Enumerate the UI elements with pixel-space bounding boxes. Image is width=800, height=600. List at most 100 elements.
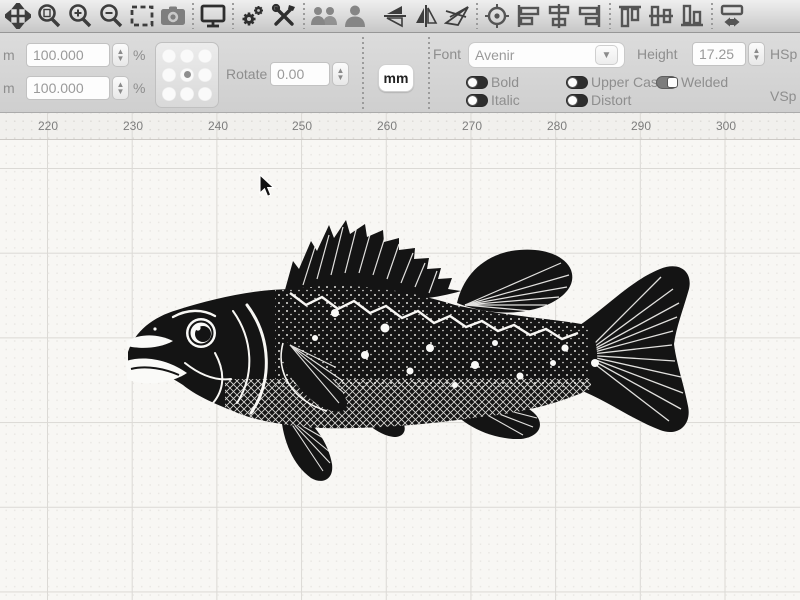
- anchor-center[interactable]: [180, 68, 194, 82]
- zoom-to-page-icon: [36, 3, 62, 29]
- bold-toggle[interactable]: Bold: [466, 74, 519, 90]
- group-users-button[interactable]: [308, 1, 339, 31]
- toolbar-separator: [300, 3, 307, 29]
- tools-wrench-button[interactable]: [268, 1, 299, 31]
- align-top-icon: [617, 3, 643, 29]
- height-label: Height: [637, 46, 677, 62]
- ruler-tick: 300: [716, 119, 736, 133]
- toggle-switch-icon: [466, 76, 488, 89]
- single-user-button[interactable]: [339, 1, 370, 31]
- anchor-bottom-left[interactable]: [162, 87, 176, 101]
- hspace-label: HSp: [770, 46, 797, 62]
- x-scale-stepper[interactable]: ▲▼: [112, 43, 129, 67]
- tools-wrench-icon: [271, 3, 297, 29]
- x-scale-percent-label: %: [133, 47, 145, 63]
- pan-tool-icon: [5, 3, 31, 29]
- toolbar-separator: [229, 3, 236, 29]
- zoom-to-page-button[interactable]: [33, 1, 64, 31]
- zoom-out-icon: [98, 3, 124, 29]
- toggle-switch-icon: [566, 76, 588, 89]
- ruler-tick: 290: [631, 119, 651, 133]
- anchor-middle-right[interactable]: [198, 68, 212, 82]
- anchor-point-grid[interactable]: [155, 42, 219, 108]
- main-toolbar: [0, 0, 800, 33]
- move-to-center-button[interactable]: [481, 1, 512, 31]
- rotate-input[interactable]: 0.00: [270, 62, 330, 86]
- y-scale-unit-label: m: [3, 80, 15, 96]
- toolbar-separator: [473, 3, 480, 29]
- panel-separator: [362, 37, 364, 109]
- anchor-middle-left[interactable]: [162, 68, 176, 82]
- mirror-horizontal-button[interactable]: [379, 1, 410, 31]
- y-scale-stepper[interactable]: ▲▼: [112, 76, 129, 100]
- anchor-bottom-center[interactable]: [180, 87, 194, 101]
- align-center-horizontal-icon: [546, 3, 572, 29]
- mouse-cursor: [259, 174, 275, 198]
- distort-toggle[interactable]: Distort: [566, 92, 631, 108]
- toolbar-separator: [189, 3, 196, 29]
- anchor-top-left[interactable]: [162, 49, 176, 63]
- zoom-in-button[interactable]: [64, 1, 95, 31]
- align-right-button[interactable]: [574, 1, 605, 31]
- design-canvas[interactable]: [0, 140, 800, 600]
- horizontal-ruler: 220 230 240 250 260 270 280 290 300 310: [0, 113, 800, 140]
- stepper-down-icon: ▼: [337, 74, 345, 81]
- vspace-label: VSp: [770, 88, 796, 104]
- dimensions-button[interactable]: [716, 1, 747, 31]
- font-combobox[interactable]: Avenir ▼: [468, 42, 625, 68]
- mirror-vertical-icon: [413, 3, 439, 29]
- align-middle-button[interactable]: [645, 1, 676, 31]
- welded-toggle[interactable]: Welded: [656, 74, 728, 90]
- align-top-button[interactable]: [614, 1, 645, 31]
- height-stepper[interactable]: ▲▼: [748, 42, 765, 66]
- rotate-stepper[interactable]: ▲▼: [332, 62, 349, 86]
- toolbar-separator: [708, 3, 715, 29]
- align-left-button[interactable]: [512, 1, 543, 31]
- select-marquee-icon: [129, 3, 155, 29]
- toolbar-separator: [606, 3, 613, 29]
- align-bottom-icon: [679, 3, 705, 29]
- anchor-top-center[interactable]: [180, 49, 194, 63]
- zoom-out-button[interactable]: [95, 1, 126, 31]
- settings-gears-button[interactable]: [237, 1, 268, 31]
- zoom-in-icon: [67, 3, 93, 29]
- align-center-horizontal-button[interactable]: [543, 1, 574, 31]
- italic-toggle[interactable]: Italic: [466, 92, 520, 108]
- group-users-icon: [310, 3, 338, 29]
- stepper-down-icon: ▼: [753, 54, 761, 61]
- units-mm-button[interactable]: mm: [378, 64, 414, 92]
- skew-button[interactable]: [441, 1, 472, 31]
- y-scale-input[interactable]: 100.000: [26, 76, 110, 100]
- toggle-switch-icon: [466, 94, 488, 107]
- fish-illustration[interactable]: [125, 213, 705, 485]
- align-right-icon: [577, 3, 603, 29]
- anchor-top-right[interactable]: [198, 49, 212, 63]
- stepper-down-icon: ▼: [117, 55, 125, 62]
- align-bottom-button[interactable]: [676, 1, 707, 31]
- vector-editor-window: m 100.000 ▲▼ % m 100.000 ▲▼ % Rotate 0.0…: [0, 0, 800, 600]
- ruler-tick: 280: [547, 119, 567, 133]
- camera-capture-button[interactable]: [157, 1, 188, 31]
- height-input[interactable]: 17.25: [692, 42, 746, 66]
- mirror-vertical-button[interactable]: [410, 1, 441, 31]
- upper-case-toggle[interactable]: Upper Case: [566, 74, 666, 90]
- stepper-down-icon: ▼: [117, 88, 125, 95]
- chevron-down-icon[interactable]: ▼: [595, 45, 618, 65]
- x-scale-unit-label: m: [3, 47, 15, 63]
- ruler-tick: 230: [123, 119, 143, 133]
- pan-tool-button[interactable]: [2, 1, 33, 31]
- align-middle-icon: [648, 3, 674, 29]
- ruler-tick: 240: [208, 119, 228, 133]
- dimensions-icon: [718, 3, 746, 29]
- x-scale-input[interactable]: 100.000: [26, 43, 110, 67]
- panel-separator: [428, 37, 430, 109]
- anchor-bottom-right[interactable]: [198, 87, 212, 101]
- skew-icon: [444, 3, 470, 29]
- font-label: Font: [433, 46, 461, 62]
- move-to-center-icon: [484, 3, 510, 29]
- select-marquee-button[interactable]: [126, 1, 157, 31]
- mirror-horizontal-icon: [382, 3, 408, 29]
- ruler-tick: 260: [377, 119, 397, 133]
- align-left-icon: [515, 3, 541, 29]
- display-button[interactable]: [197, 1, 228, 31]
